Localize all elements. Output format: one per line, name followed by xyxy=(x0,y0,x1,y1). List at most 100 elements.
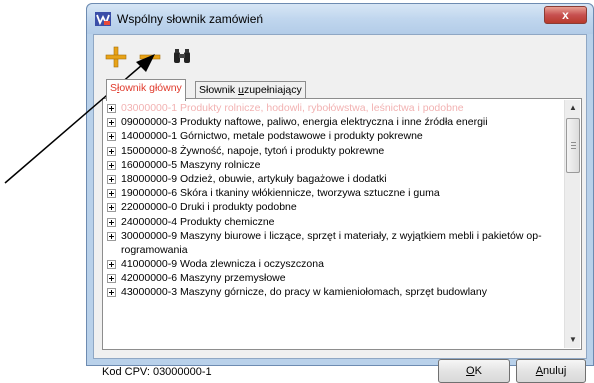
minus-icon[interactable] xyxy=(138,45,162,69)
close-icon: x xyxy=(562,8,569,22)
cpv-description: Produkty naftowe, paliwo, energia elektr… xyxy=(179,116,488,129)
cpv-description: Produkty chemiczne xyxy=(179,215,275,228)
tab-label-part: ownik główny xyxy=(119,82,182,94)
cpv-description: Odzież, obuwie, artykuły bagażowe i doda… xyxy=(179,172,387,185)
expand-icon[interactable] xyxy=(107,203,116,213)
grip-line xyxy=(571,145,576,146)
tree-row[interactable]: 09000000-3 Produkty naftowe, paliwo, ene… xyxy=(107,115,563,129)
cpv-code: 22000000-0 xyxy=(121,201,178,214)
cpv-code: 41000000-9 xyxy=(121,258,178,271)
cancel-button[interactable]: Anuluj xyxy=(516,359,586,383)
tree-row-label: 16000000-5 Maszyny rolnicze xyxy=(121,159,261,171)
cpv-code-label: Kod CPV: 03000000-1 xyxy=(102,366,212,378)
expand-icon[interactable] xyxy=(107,146,116,156)
cpv-code: 16000000-5 xyxy=(121,158,178,171)
tab-label-part: Słownik xyxy=(199,84,239,96)
tree-row-label: 03000000-1 Produkty rolnicze, hodowli, r… xyxy=(121,102,464,114)
tree-row[interactable]: 19000000-6 Skóra i tkaniny włókiennicze,… xyxy=(107,186,563,200)
tree-row-label: 43000000-3 Maszyny górnicze, do pracy w … xyxy=(121,286,487,298)
title-bar[interactable]: Wspólny słownik zamówień x xyxy=(87,4,593,34)
cpv-tree[interactable]: 03000000-1 Produkty rolnicze, hodowli, r… xyxy=(107,101,563,347)
tree-row-label: 24000000-4 Produkty chemiczne xyxy=(121,216,275,228)
dialog-window: Wspólny słownik zamówień x Słownik główn… xyxy=(86,3,594,383)
tree-row[interactable]: 03000000-1 Produkty rolnicze, hodowli, r… xyxy=(107,101,563,115)
binoculars-icon[interactable] xyxy=(170,45,194,69)
vertical-scrollbar[interactable]: ▲ ▼ xyxy=(564,100,580,348)
cpv-description: Żywność, napoje, tytoń i produkty pokrew… xyxy=(179,144,385,157)
tree-row[interactable]: 42000000-6 Maszyny przemysłowe xyxy=(107,271,563,285)
expand-icon[interactable] xyxy=(107,174,116,184)
tree-row[interactable]: 22000000-0 Druki i produkty podobne xyxy=(107,200,563,214)
ok-button[interactable]: OK xyxy=(438,359,510,383)
tree-row-label: rogramowania xyxy=(121,244,188,256)
cpv-code: 19000000-6 xyxy=(121,187,178,200)
cpv-description: Maszyny przemysłowe xyxy=(179,272,286,285)
tab-label-part: S xyxy=(110,82,118,94)
tree-row[interactable]: 14000000-1 Górnictwo, metale podstawowe … xyxy=(107,129,563,143)
toolbar xyxy=(94,35,586,75)
cpv-description: rogramowania xyxy=(121,243,188,256)
cpv-description: Górnictwo, metale podstawowe i produkty … xyxy=(179,130,423,143)
tab-main-dictionary[interactable]: Słownik główny xyxy=(106,79,186,101)
cpv-description: Maszyny biurowe i liczące, sprzęt i mate… xyxy=(179,229,542,242)
plus-icon[interactable] xyxy=(104,45,128,69)
scroll-up-icon[interactable]: ▲ xyxy=(565,100,581,116)
tree-row-label: 42000000-6 Maszyny przemysłowe xyxy=(121,272,286,284)
cpv-description: Maszyny rolnicze xyxy=(179,158,261,171)
expand-icon[interactable] xyxy=(107,160,116,170)
expand-icon[interactable] xyxy=(107,132,116,142)
button-label-part: K xyxy=(474,365,482,377)
cpv-tree-panel: 03000000-1 Produkty rolnicze, hodowli, r… xyxy=(102,98,582,350)
close-button[interactable]: x xyxy=(544,6,587,24)
tree-row-label: 41000000-9 Woda zlewnicza i oczyszczona xyxy=(121,258,324,270)
expand-icon[interactable] xyxy=(107,260,116,270)
expand-icon[interactable] xyxy=(107,189,116,199)
expand-icon[interactable] xyxy=(107,217,116,227)
button-label-part: nuluj xyxy=(543,365,567,377)
expand-icon[interactable] xyxy=(107,104,116,113)
tree-row-label: 14000000-1 Górnictwo, metale podstawowe … xyxy=(121,130,423,142)
tree-row-label: 30000000-9 Maszyny biurowe i liczące, sp… xyxy=(121,230,542,242)
expand-icon[interactable] xyxy=(107,231,116,241)
grip-line xyxy=(571,148,576,149)
cpv-code: 18000000-9 xyxy=(121,172,178,185)
app-logo-icon xyxy=(95,12,111,26)
cpv-code: 09000000-3 xyxy=(121,116,178,129)
expand-icon[interactable] xyxy=(107,274,116,284)
cpv-code: 24000000-4 xyxy=(121,215,178,228)
cpv-description: Druki i produkty podobne xyxy=(179,201,297,214)
button-label-part: O xyxy=(466,365,475,377)
tab-label-part: zupełniający xyxy=(243,84,302,96)
tree-row[interactable]: rogramowania xyxy=(107,243,563,257)
tree-row[interactable]: 43000000-3 Maszyny górnicze, do pracy w … xyxy=(107,285,563,299)
cpv-description: Produkty rolnicze, hodowli, rybołówstwa,… xyxy=(179,102,464,114)
tree-row[interactable]: 18000000-9 Odzież, obuwie, artykuły baga… xyxy=(107,172,563,186)
window-title: Wspólny słownik zamówień xyxy=(117,12,264,26)
scroll-down-icon[interactable]: ▼ xyxy=(565,332,581,348)
cpv-code: 15000000-8 xyxy=(121,144,178,157)
cpv-description: Woda zlewnicza i oczyszczona xyxy=(179,258,324,271)
scroll-thumb[interactable] xyxy=(566,118,580,173)
tree-row-label: 18000000-9 Odzież, obuwie, artykuły baga… xyxy=(121,173,387,185)
cpv-code: 03000000-1 xyxy=(121,102,178,114)
tree-row-label: 19000000-6 Skóra i tkaniny włókiennicze,… xyxy=(121,187,440,199)
cpv-description: Maszyny górnicze, do pracy w kamieniołom… xyxy=(179,286,487,299)
cpv-code: 43000000-3 xyxy=(121,286,178,299)
expand-icon[interactable] xyxy=(107,118,116,128)
cpv-code: 42000000-6 xyxy=(121,272,178,285)
tree-row[interactable]: 16000000-5 Maszyny rolnicze xyxy=(107,158,563,172)
tree-row[interactable]: 15000000-8 Żywność, napoje, tytoń i prod… xyxy=(107,144,563,158)
tree-row[interactable]: 30000000-9 Maszyny biurowe i liczące, sp… xyxy=(107,229,563,243)
tree-row-label: 09000000-3 Produkty naftowe, paliwo, ene… xyxy=(121,116,488,128)
tree-row[interactable]: 24000000-4 Produkty chemiczne xyxy=(107,215,563,229)
dialog-body: Słownik główny Słownik uzupełniający 030… xyxy=(93,34,587,383)
cpv-code: 14000000-1 xyxy=(121,130,178,143)
cpv-description: Skóra i tkaniny włókiennicze, tworzywa s… xyxy=(179,187,440,200)
expand-icon[interactable] xyxy=(107,288,116,298)
tree-row-label: 22000000-0 Druki i produkty podobne xyxy=(121,201,297,213)
grip-line xyxy=(571,142,576,143)
tree-row-label: 15000000-8 Żywność, napoje, tytoń i prod… xyxy=(121,145,384,157)
button-label-part: A xyxy=(535,365,544,377)
tree-row[interactable]: 41000000-9 Woda zlewnicza i oczyszczona xyxy=(107,257,563,271)
cpv-code: 30000000-9 xyxy=(121,229,178,242)
